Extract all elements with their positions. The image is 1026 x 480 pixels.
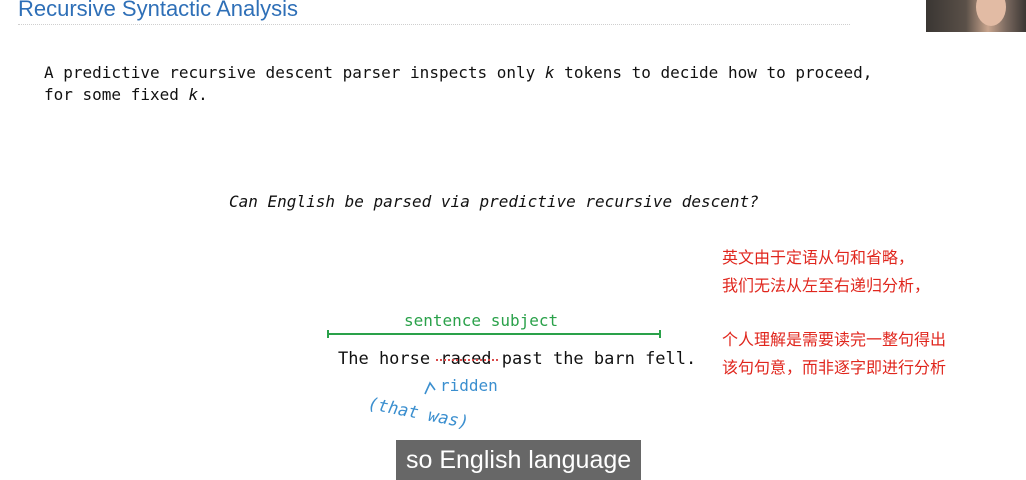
definition-text: A predictive recursive descent parser in… xyxy=(44,62,872,106)
subtitle-caption: so English language xyxy=(396,440,642,480)
definition-line2: for some fixed xyxy=(44,85,189,104)
sentence-subject-bracket xyxy=(327,330,661,338)
example-sentence: The horse raced past the barn fell. xyxy=(338,349,696,369)
webcam-thumbnail xyxy=(926,0,1026,32)
sentence-start: The horse xyxy=(338,349,441,369)
title-divider xyxy=(18,24,850,25)
definition-k2: k xyxy=(188,85,199,104)
slide-title: Recursive Syntactic Analysis xyxy=(18,0,298,21)
presenter-face xyxy=(976,0,1006,26)
annotation-line-1: 英文由于定语从句和省略， xyxy=(722,248,915,267)
annotation-line-4: 该句句意，而非逐字即进行分析 xyxy=(722,358,947,377)
sentence-end: past the barn fell. xyxy=(491,349,697,369)
sentence-word-raced: raced xyxy=(440,349,492,369)
definition-line1: A predictive recursive descent parser in… xyxy=(44,63,545,82)
sentence-subject-label: sentence subject xyxy=(404,311,559,330)
definition-k1: k xyxy=(544,63,555,82)
question-text: Can English be parsed via predictive rec… xyxy=(229,192,759,211)
note-that-was: (that was) xyxy=(366,394,471,434)
video-frame: Recursive Syntactic Analysis A predictiv… xyxy=(0,0,1026,480)
annotation-line-2: 我们无法从左至右递归分析， xyxy=(722,276,931,295)
definition-line2-end: . xyxy=(198,85,208,104)
annotation-line-3: 个人理解是需要读完一整句得出 xyxy=(722,330,947,349)
note-ridden: ridden xyxy=(440,376,498,395)
definition-line1-end: tokens to decide how to proceed, xyxy=(554,63,873,82)
